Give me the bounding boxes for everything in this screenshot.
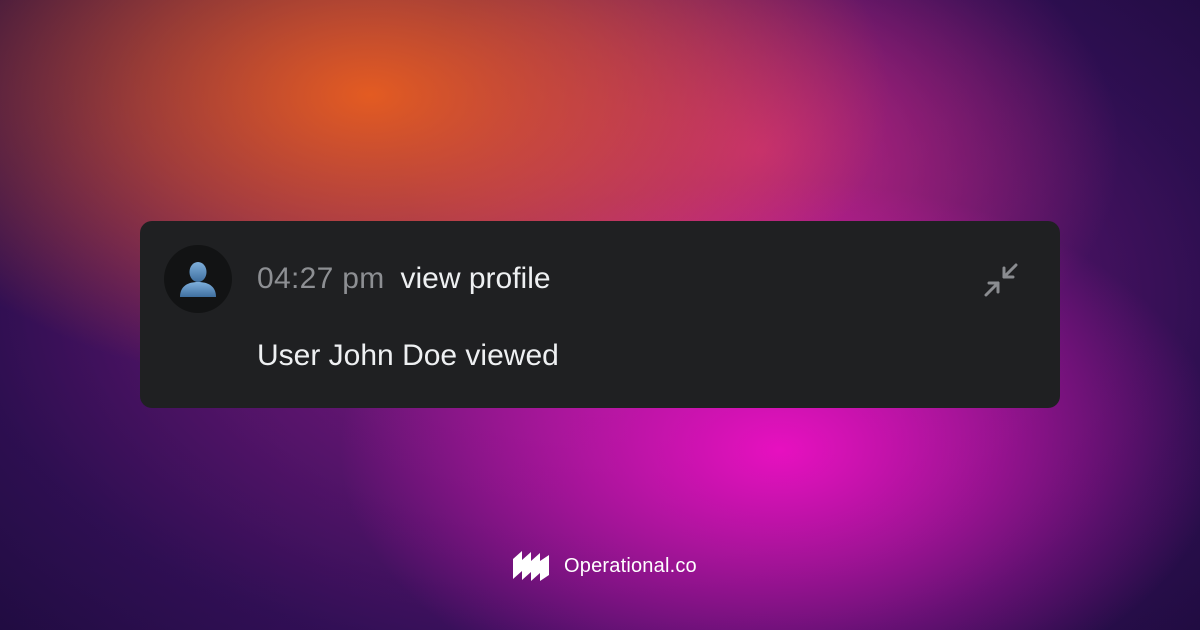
page: { "notification": { "time": "04:27 pm", …: [0, 0, 1200, 630]
collapse-button[interactable]: [978, 257, 1024, 303]
notification-message: User John Doe viewed: [257, 339, 559, 372]
operational-logo-icon: [513, 551, 549, 581]
notification-card: 04:27 pm view profile User John Doe view…: [140, 221, 1060, 408]
user-silhouette-icon: [180, 262, 216, 297]
event-action: view profile: [400, 262, 551, 295]
timestamp: 04:27 pm: [257, 262, 385, 295]
avatar: [164, 245, 232, 313]
notification-header: 04:27 pm view profile: [257, 259, 551, 299]
brand-footer: Operational.co: [512, 547, 697, 585]
brand-name: Operational.co: [564, 554, 697, 577]
collapse-arrows-icon: [984, 263, 1018, 297]
